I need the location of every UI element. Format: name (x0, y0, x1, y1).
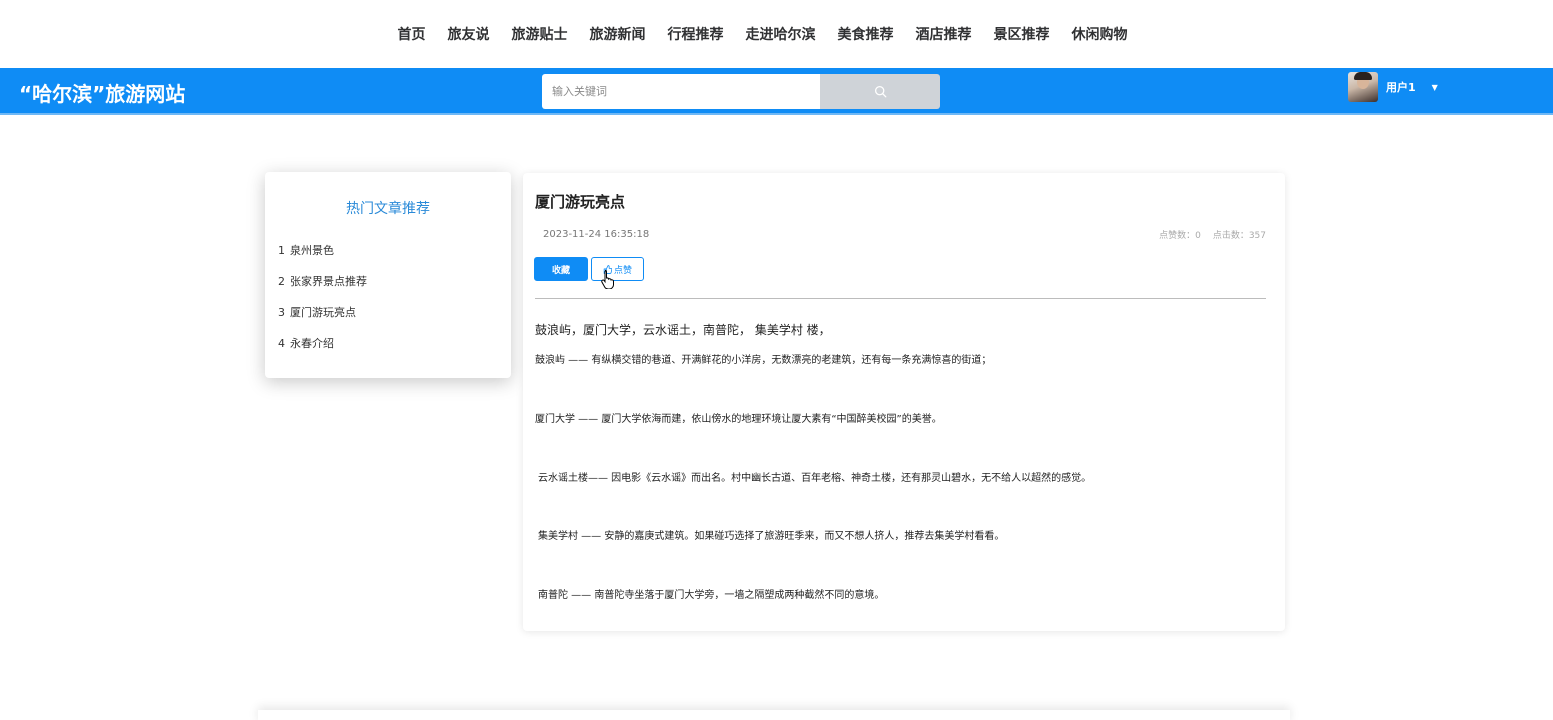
nav-item-shopping[interactable]: 休闲购物 (1061, 24, 1139, 44)
nav-item-travel-friends[interactable]: 旅友说 (437, 24, 501, 44)
nav-item-home[interactable]: 首页 (387, 24, 437, 44)
nav-item-scenic[interactable]: 景区推荐 (983, 24, 1061, 44)
article-paragraph: 鼓浪屿 —— 有纵横交错的巷道、开满鲜花的小洋房，无数漂亮的老建筑，还有每一条充… (535, 355, 992, 366)
like-button[interactable]: 点赞 (591, 257, 644, 281)
nav-item-itinerary[interactable]: 行程推荐 (657, 24, 735, 44)
like-button-label: 点赞 (613, 264, 632, 275)
mouse-pointer-icon (601, 270, 614, 289)
like-count: 点赞数：0 (1159, 231, 1201, 241)
nav-item-travel-news[interactable]: 旅游新闻 (579, 24, 657, 44)
click-count: 点击数：357 (1212, 231, 1266, 241)
article-paragraph: 集美学村 —— 安静的嘉庚式建筑。如果碰巧选择了旅游旺季来，而又不想人挤人，推荐… (538, 531, 1005, 542)
user-name[interactable]: 用户1 (1386, 79, 1416, 95)
search-icon (874, 85, 886, 98)
nav-item-hotel[interactable]: 酒店推荐 (905, 24, 983, 44)
nav-item-food[interactable]: 美食推荐 (827, 24, 905, 44)
divider (535, 298, 1266, 299)
nav-item-harbin[interactable]: 走进哈尔滨 (735, 24, 827, 44)
article-paragraph: 南普陀 —— 南普陀寺坐落于厦门大学旁，一墙之隔塑成两种截然不同的意境。 (538, 590, 885, 601)
search-box (542, 74, 940, 109)
hot-articles-list: 1 泉州景色 2 张家界景点推荐 3 厦门游玩亮点 4 永春介绍 (278, 242, 367, 366)
hot-articles-card: 热门文章推荐 1 泉州景色 2 张家界景点推荐 3 厦门游玩亮点 4 永春介绍 (265, 172, 511, 378)
hot-article-item[interactable]: 1 泉州景色 (278, 242, 367, 273)
avatar[interactable] (1348, 72, 1378, 102)
search-button[interactable] (820, 74, 940, 109)
favorite-button[interactable]: 收藏 (534, 257, 588, 281)
article-date: 2023-11-24 16:35:18 (543, 229, 650, 240)
search-input[interactable] (542, 74, 820, 109)
site-logo[interactable]: “哈尔滨”旅游网站 (19, 78, 185, 107)
header-bar: “哈尔滨”旅游网站 用户1 ▼ (0, 68, 1553, 115)
article-lead: 鼓浪屿，厦门大学，云水谣土，南普陀， 集美学村 楼， (535, 323, 831, 337)
user-menu[interactable]: 用户1 ▼ (1348, 72, 1438, 102)
hot-article-item[interactable]: 4 永春介绍 (278, 335, 367, 366)
article-paragraph: 云水谣土楼—— 因电影《云水谣》而出名。村中幽长古道、百年老榕、神奇土楼，还有那… (538, 473, 1092, 484)
nav-item-travel-tips[interactable]: 旅游贴士 (501, 24, 579, 44)
hot-article-item[interactable]: 3 厦门游玩亮点 (278, 304, 367, 335)
article-paragraph: 厦门大学 —— 厦门大学依海而建，依山傍水的地理环境让厦大素有“中国醉美校园”的… (535, 414, 942, 425)
hot-articles-title: 热门文章推荐 (346, 201, 430, 217)
caret-down-icon[interactable]: ▼ (1432, 83, 1438, 92)
article-card: 厦门游玩亮点 2023-11-24 16:35:18 点赞数：0 点击数：357 … (523, 173, 1285, 631)
top-nav: 首页 旅友说 旅游贴士 旅游新闻 行程推荐 走进哈尔滨 美食推荐 酒店推荐 景区… (0, 0, 1553, 68)
footer-edge (258, 710, 1290, 720)
hot-article-item[interactable]: 2 张家界景点推荐 (278, 273, 367, 304)
article-stats: 点赞数：0 点击数：357 (1159, 228, 1266, 241)
article-title: 厦门游玩亮点 (535, 193, 626, 211)
